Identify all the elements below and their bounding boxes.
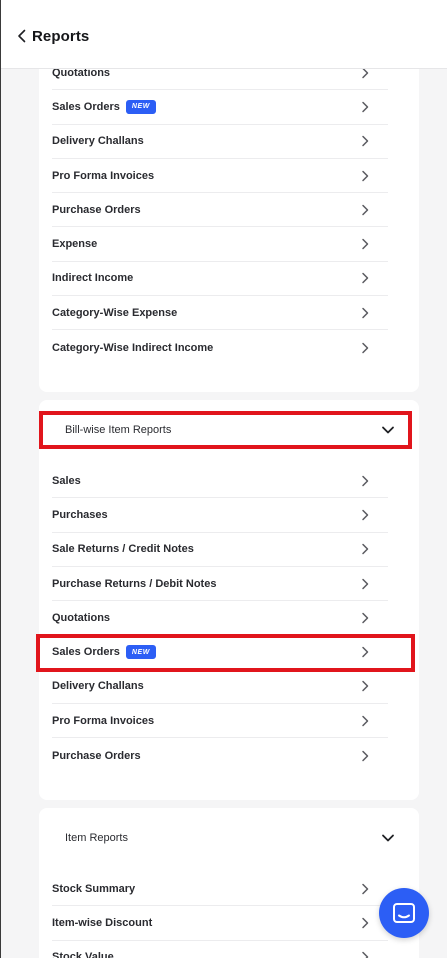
chevron-right-icon	[362, 681, 369, 692]
report-row-category-wise-expense[interactable]: Category-Wise Expense	[52, 296, 388, 331]
new-badge: NEW	[125, 645, 157, 660]
report-row-label: Sales	[52, 474, 81, 487]
report-row-label: Category-Wise Expense	[52, 306, 178, 319]
chevron-right-icon	[362, 883, 369, 894]
report-row-stock-summary[interactable]: Stock Summary	[52, 872, 388, 907]
report-row-purchases[interactable]: Purchases	[52, 498, 388, 533]
chevron-right-icon	[362, 342, 369, 353]
report-row-purchase-returns-debit-notes[interactable]: Purchase Returns / Debit Notes	[52, 567, 388, 602]
report-row-label: Expense	[52, 238, 98, 251]
report-row-label: Item-wise Discount	[52, 916, 153, 929]
report-row-indirect-income[interactable]: Indirect Income	[52, 262, 388, 297]
section-title: Item Reports	[65, 832, 128, 844]
chevron-right-icon	[362, 543, 369, 555]
chat-icon	[393, 903, 415, 923]
chevron-right-icon	[362, 475, 369, 486]
item-reports-header[interactable]: Item Reports	[39, 820, 419, 856]
report-row-label: Delivery Challans	[52, 680, 144, 693]
chevron-right-icon	[362, 170, 369, 181]
report-row-sale-returns-credit-notes[interactable]: Sale Returns / Credit Notes	[52, 533, 388, 567]
report-row-sales-orders[interactable]: Sales Orders NEW	[52, 90, 388, 125]
report-row-quotations[interactable]: Quotations	[52, 601, 388, 636]
report-row-purchase-orders[interactable]: Purchase Orders	[52, 193, 388, 228]
report-row-item-wise-discount[interactable]: Item-wise Discount	[52, 906, 388, 941]
chevron-right-icon	[362, 917, 369, 929]
report-row-sales-orders[interactable]: Sales Orders NEW	[52, 636, 388, 670]
chevron-down-icon	[382, 426, 394, 434]
chevron-right-icon	[362, 135, 369, 147]
report-row-category-wise-indirect-income[interactable]: Category-Wise Indirect Income	[52, 330, 388, 364]
report-row-pro-forma-invoices[interactable]: Pro Forma Invoices	[52, 704, 388, 739]
back-button[interactable]	[13, 26, 29, 46]
chevron-right-icon	[362, 509, 369, 521]
report-row-delivery-challans[interactable]: Delivery Challans	[52, 670, 388, 705]
report-row-label: Pro Forma Invoices	[52, 714, 155, 727]
report-row-pro-forma-invoices[interactable]: Pro Forma Invoices	[52, 159, 388, 194]
section-title: Bill-wise Item Reports	[65, 424, 172, 436]
report-row-label: Purchase Orders	[52, 749, 141, 762]
chevron-right-icon	[362, 750, 369, 761]
report-row-label: Purchases	[52, 508, 108, 521]
chevron-right-icon	[362, 578, 369, 589]
report-row-label: Stock Value	[52, 951, 114, 958]
chevron-right-icon	[362, 307, 369, 318]
new-badge: NEW	[125, 99, 157, 114]
chevron-right-icon	[362, 612, 369, 624]
chevron-right-icon	[362, 273, 369, 284]
report-row-label: Sales Orders	[52, 100, 120, 113]
chevron-right-icon	[362, 715, 369, 726]
chevron-left-icon	[17, 29, 25, 43]
chevron-right-icon	[362, 951, 369, 958]
chat-support-button[interactable]	[379, 888, 429, 938]
chevron-right-icon	[362, 101, 369, 113]
report-row-label: Stock Summary	[52, 882, 136, 895]
report-row-expense[interactable]: Expense	[52, 228, 388, 262]
chevron-right-icon	[362, 646, 369, 658]
bill-wise-item-reports-header[interactable]: Bill-wise Item Reports	[39, 412, 419, 448]
report-row-sales[interactable]: Sales	[52, 464, 388, 499]
chevron-right-icon	[362, 204, 369, 216]
reports-screen: Reports Quotations Sales Orders NEW Deliver…	[0, 0, 447, 958]
chevron-down-icon	[382, 834, 394, 842]
report-row-stock-value[interactable]: Stock Value	[52, 941, 388, 958]
app-header: Reports	[1, 0, 447, 69]
report-row-label: Quotations	[52, 611, 111, 624]
report-row-label: Purchase Orders	[52, 203, 141, 216]
report-row-label: Indirect Income	[52, 272, 134, 285]
report-row-delivery-challans[interactable]: Delivery Challans	[52, 125, 388, 159]
report-row-label: Purchase Returns / Debit Notes	[52, 577, 217, 590]
report-row-label: Sale Returns / Credit Notes	[52, 543, 194, 556]
report-row-label: Pro Forma Invoices	[52, 169, 155, 182]
report-row-label: Sales Orders	[52, 646, 120, 659]
page-title: Reports	[32, 28, 90, 45]
chevron-right-icon	[362, 238, 369, 250]
report-row-label: Delivery Challans	[52, 135, 144, 148]
report-row-label: Category-Wise Indirect Income	[52, 341, 214, 354]
report-row-purchase-orders[interactable]: Purchase Orders	[52, 738, 388, 772]
